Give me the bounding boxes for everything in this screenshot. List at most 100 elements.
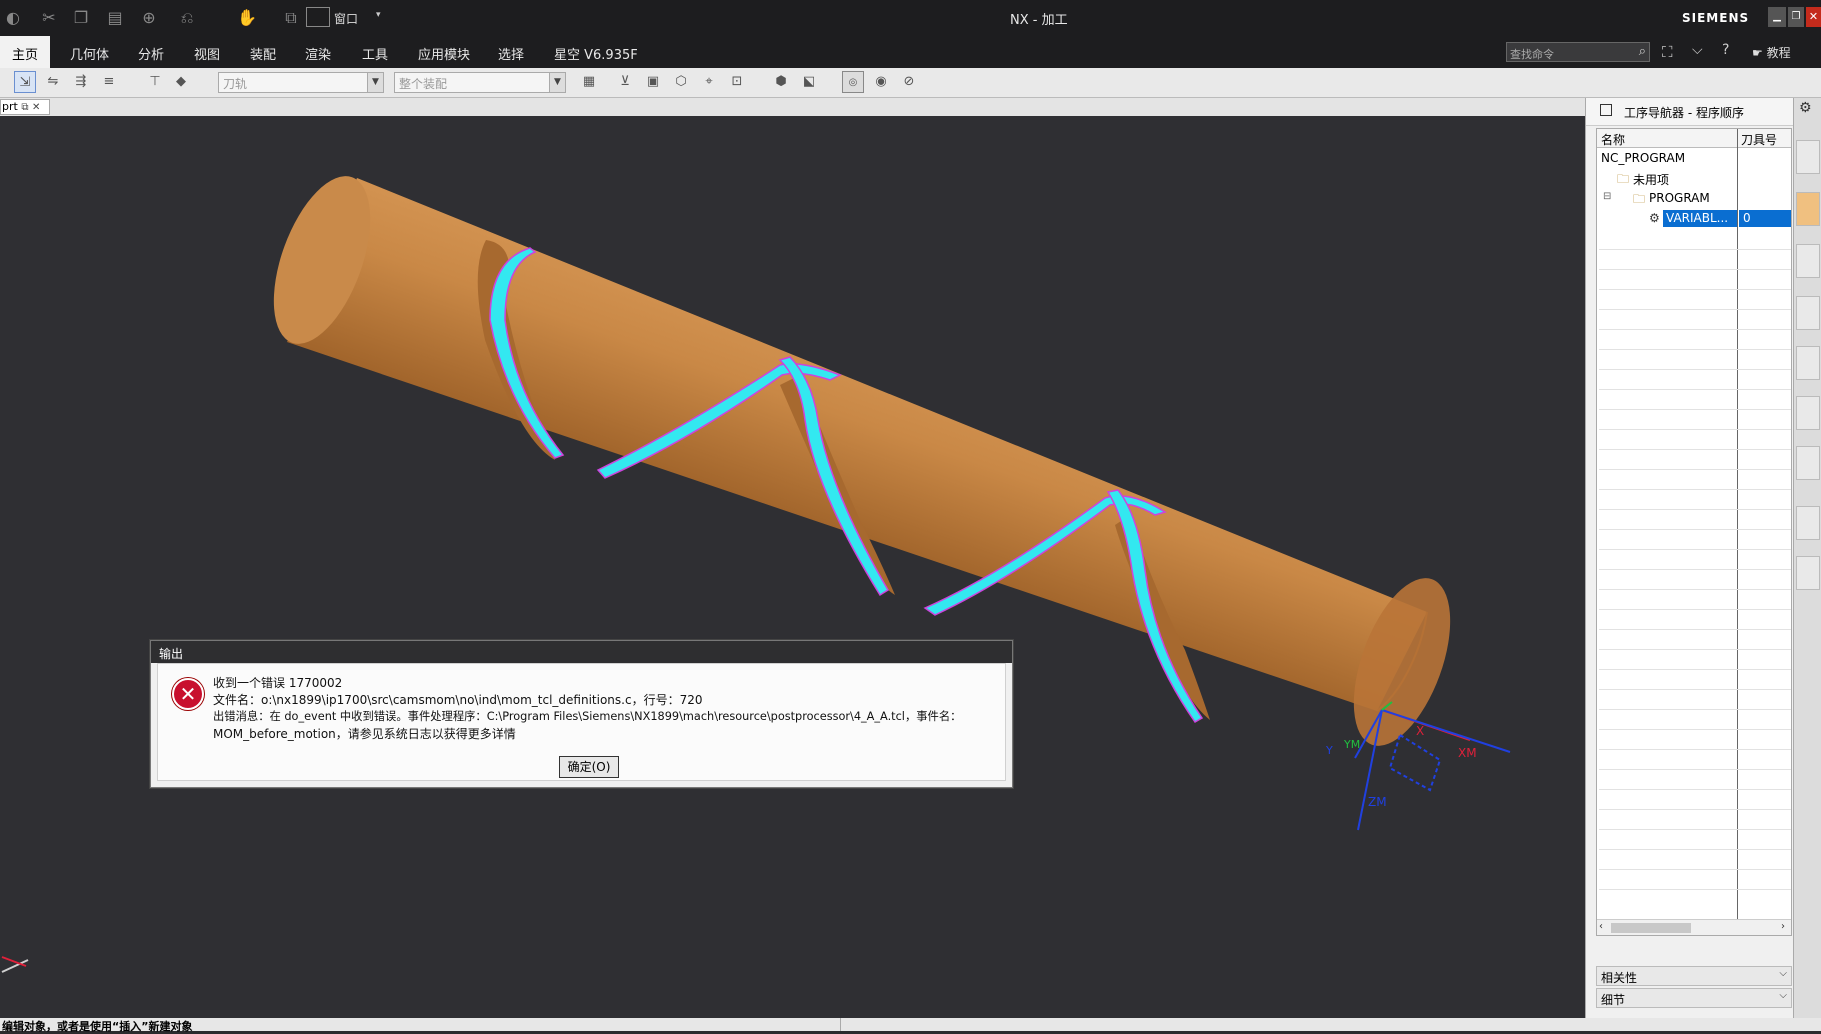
tree-row-program[interactable]: ⊟ 🗀 PROGRAM — [1599, 189, 1789, 209]
color-filter-icon[interactable]: ◆ — [170, 71, 192, 93]
minimize-button[interactable]: ▁ — [1768, 7, 1786, 27]
col-header-tool[interactable]: 刀具号 — [1741, 131, 1777, 148]
deselect-filter-icon[interactable]: ⊻ — [614, 71, 636, 93]
help-icon[interactable]: ? — [1722, 42, 1729, 58]
search-input[interactable]: 查找命令 — [1510, 46, 1554, 62]
reuse-library-icon[interactable] — [1796, 396, 1820, 430]
folder-icon: 🗀 — [1633, 192, 1646, 206]
col-header-name[interactable]: 名称 — [1601, 131, 1625, 148]
scroll-thumb[interactable] — [1611, 923, 1691, 933]
status-divider — [840, 1018, 841, 1031]
assembly-navigator-icon[interactable] — [1796, 192, 1820, 226]
close-tab-icon[interactable]: ✕ — [32, 102, 40, 113]
ribbon-options-icon[interactable]: ⌵ — [1692, 42, 1703, 58]
tab-application[interactable]: 应用模块 — [418, 44, 470, 63]
type-filter-icon[interactable]: ⊤ — [144, 71, 166, 93]
repeat-icon[interactable]: ⊕ — [138, 7, 160, 29]
relevance-label: 相关性 — [1601, 971, 1638, 985]
row-label: PROGRAM — [1649, 191, 1710, 205]
switch-window-icon[interactable]: ⧉ — [280, 7, 302, 29]
tab-view[interactable]: 视图 — [194, 44, 220, 63]
ok-button[interactable]: 确定(O) — [559, 756, 619, 778]
status-text: 编辑对象，或者是使用“插入”新建对象 — [2, 1020, 193, 1033]
hidden-select-icon[interactable]: ⬕ — [798, 71, 820, 93]
search-icon[interactable]: ⌕ — [1639, 44, 1646, 59]
part-model[interactable] — [0, 116, 1585, 1018]
chevron-down-icon[interactable]: ▾ — [376, 10, 381, 20]
fullscreen-icon[interactable]: ⛶ — [1662, 43, 1673, 61]
paste-icon[interactable]: ▤ — [104, 7, 126, 29]
row-tool-number: 0 — [1739, 210, 1791, 227]
select-menu-icon[interactable]: ⇲ — [14, 71, 36, 93]
detail-label: 细节 — [1601, 993, 1626, 1007]
scope-combo[interactable]: 整个装配 ▼ — [394, 72, 566, 93]
resource-bar: ⚙ — [1793, 98, 1821, 1018]
app-menu-icon[interactable]: ◐ — [2, 7, 24, 29]
detail-section[interactable]: 细节 ⌵ — [1596, 988, 1792, 1008]
chevron-down-icon[interactable]: ▼ — [367, 73, 383, 92]
window-menu[interactable]: 窗口 — [334, 10, 358, 27]
touch-mode-icon[interactable]: ✋ — [236, 7, 258, 29]
filter-combo[interactable]: 刀轨 ▼ — [218, 72, 384, 93]
collapse-icon[interactable]: ⊟ — [1603, 191, 1611, 202]
tab-home[interactable]: 主页 — [0, 36, 51, 68]
select-feature-icon[interactable]: ⇋ — [42, 71, 64, 93]
tab-assembly[interactable]: 装配 — [250, 44, 276, 63]
select-face-icon[interactable]: ≡ — [98, 71, 120, 93]
tab-xingkong[interactable]: 星空 V6.935F — [554, 44, 638, 63]
horizontal-scrollbar[interactable]: ‹ › — [1597, 919, 1791, 935]
solid-select-icon[interactable]: ⬢ — [770, 71, 792, 93]
restore-button[interactable]: ❐ — [1788, 7, 1804, 27]
tab-tools[interactable]: 工具 — [362, 44, 388, 63]
row-label: NC_PROGRAM — [1601, 151, 1686, 165]
filter-combo-value: 刀轨 — [223, 77, 248, 91]
tab-analysis[interactable]: 分析 — [138, 44, 164, 63]
axis-label-ym: YM — [1344, 738, 1361, 751]
siemens-logo: SIEMENS — [1682, 11, 1750, 25]
graphics-window[interactable]: X XM Y YM ZM — [0, 116, 1585, 1018]
tree-row-variable-operation[interactable]: ⚙ VARIABL... 0 — [1599, 209, 1791, 229]
tab-select[interactable]: 选择 — [498, 44, 524, 63]
tab-render[interactable]: 渲染 — [305, 44, 331, 63]
tree-row-unused[interactable]: 🗀 未用项 — [1599, 169, 1789, 189]
chevron-down-icon[interactable]: ⌵ — [1779, 990, 1787, 1001]
close-button[interactable]: ✕ — [1806, 7, 1821, 27]
operation-navigator-icon[interactable] — [1796, 296, 1820, 330]
snap-icon[interactable]: ⊡ — [726, 71, 748, 93]
copy-icon[interactable]: ❐ — [70, 7, 92, 29]
undo-icon[interactable]: ⎌ — [176, 7, 198, 29]
show-toolpath-icon[interactable]: ◉ — [870, 71, 892, 93]
mcs-view-icon[interactable]: ◎ — [842, 71, 864, 93]
hd3d-tools-icon[interactable] — [1796, 446, 1820, 480]
snip-icon[interactable]: ✂ — [38, 7, 60, 29]
lasso-select-icon[interactable]: ⌖ — [698, 71, 720, 93]
column-divider — [1737, 129, 1738, 935]
scope-combo-value: 整个装配 — [399, 77, 448, 91]
general-select-icon[interactable]: ▦ — [578, 71, 600, 93]
web-browser-icon[interactable] — [1796, 506, 1820, 540]
select-body-icon[interactable]: ⇶ — [70, 71, 92, 93]
scroll-right-icon[interactable]: › — [1781, 921, 1785, 932]
navigator-tree[interactable]: 名称 刀具号 NC_PROGRAM 🗀 未用项 ⊟ 🗀 PROGRAM ⚙ VA… — [1596, 128, 1792, 936]
tree-row-nc-program[interactable]: NC_PROGRAM — [1599, 149, 1789, 169]
tutorial-link[interactable]: ☛ 教程 — [1752, 44, 1791, 61]
scroll-left-icon[interactable]: ‹ — [1599, 921, 1603, 932]
history-icon[interactable] — [1796, 556, 1820, 590]
hide-toolpath-icon[interactable]: ⊘ — [898, 71, 920, 93]
navigator-pin-icon[interactable] — [1600, 104, 1612, 116]
settings-icon[interactable]: ⚙ — [1799, 100, 1812, 116]
document-tab[interactable]: prt ⧉ ✕ — [0, 99, 50, 115]
relevance-section[interactable]: 相关性 ⌵ — [1596, 966, 1792, 986]
command-search[interactable]: 查找命令 ⌕ — [1506, 42, 1650, 62]
dialog-body: ✕ 收到一个错误 1770002 文件名：o:\nx1899\ip1700\sr… — [157, 663, 1006, 781]
machine-navigator-icon[interactable] — [1796, 346, 1820, 380]
box-select-icon[interactable]: ▣ — [642, 71, 664, 93]
window-icon[interactable] — [306, 7, 330, 27]
tab-geometry[interactable]: 几何体 — [70, 44, 109, 63]
undock-icon[interactable]: ⧉ — [21, 102, 28, 113]
chevron-down-icon[interactable]: ▼ — [549, 73, 565, 92]
polygon-select-icon[interactable]: ⬡ — [670, 71, 692, 93]
part-navigator-icon[interactable] — [1796, 140, 1820, 174]
chevron-down-icon[interactable]: ⌵ — [1779, 968, 1787, 979]
constraint-navigator-icon[interactable] — [1796, 244, 1820, 278]
